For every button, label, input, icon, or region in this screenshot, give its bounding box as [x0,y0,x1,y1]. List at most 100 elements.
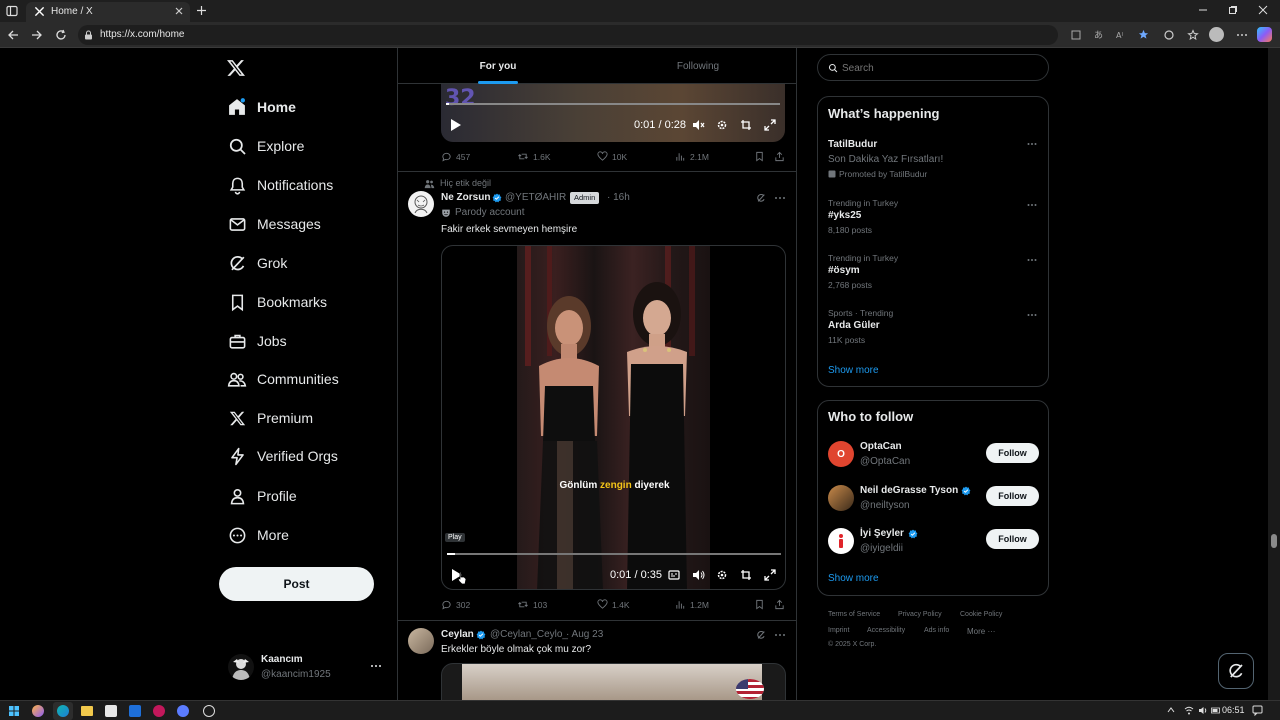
social-context[interactable]: Hiç etik değil [440,178,491,188]
nav-communities[interactable]: Communities [226,365,339,393]
search-box[interactable] [817,54,1049,81]
trend-item[interactable]: Trending in Turkey #ösym 2,768 posts [818,249,1050,295]
trend-item[interactable]: Trending in Turkey #yks25 8,180 posts [818,194,1050,240]
fullscreen-icon[interactable] [764,119,776,131]
app-icon[interactable] [203,705,215,717]
more-options-icon[interactable] [774,195,786,201]
tab-for-you[interactable]: For you [398,48,598,84]
store-icon[interactable] [105,705,117,717]
share-button[interactable] [774,599,789,610]
nav-messages[interactable]: Messages [226,210,321,238]
account-switcher[interactable]: Kaancım @kaancim1925 [226,651,390,685]
show-more-link[interactable]: Show more [828,573,879,584]
trend-more-icon[interactable] [1027,203,1037,207]
nav-jobs[interactable]: Jobs [226,327,287,355]
forward-icon[interactable] [31,29,43,41]
tray-chevron-icon[interactable] [1167,707,1175,713]
x-logo-icon[interactable] [226,58,246,78]
settings-gear-icon[interactable] [716,569,728,581]
nav-explore[interactable]: Explore [226,132,304,160]
pip-icon[interactable] [740,119,752,131]
like-button[interactable]: 10K [597,151,627,162]
pip-icon[interactable] [740,569,752,581]
post-button[interactable]: Post [219,567,374,601]
browser-tab[interactable]: Home / X [26,2,190,22]
back-icon[interactable] [7,29,19,41]
grok-icon[interactable] [756,193,766,203]
tab-following[interactable]: Following [598,48,796,84]
tweet-avatar[interactable] [408,191,434,217]
trend-more-icon[interactable] [1027,142,1037,146]
wifi-icon[interactable] [1184,706,1194,715]
trend-item[interactable]: Sports · Trending Arda Güler 11K posts [818,304,1050,350]
volume-icon[interactable] [692,569,705,581]
read-aloud-icon[interactable]: A⁾ [1116,29,1128,40]
more-options-icon[interactable] [774,632,786,638]
notification-center-icon[interactable] [1252,705,1263,716]
tweet-time[interactable]: · Aug 23 [566,629,603,640]
mute-icon[interactable] [692,119,705,131]
page-scrollbar[interactable] [1268,48,1280,700]
video-player[interactable]: Gönlüm zengin diyerek Play 0:01 / 0:35 [441,245,786,590]
trend-item[interactable]: TatilBudur Son Dakika Yaz Fırsatları! Pr… [818,135,1050,185]
affiliation-badge[interactable]: Admin [570,192,600,204]
tweet-time[interactable]: · 16h [607,192,630,203]
close-window-icon[interactable] [1258,5,1268,15]
favorites-icon[interactable] [1187,29,1199,41]
refresh-icon[interactable] [55,29,67,41]
repost-button[interactable]: 103 [517,599,547,610]
follow-button[interactable]: Follow [986,486,1039,506]
search-input[interactable] [842,60,1032,76]
battery-icon[interactable] [1211,706,1221,715]
video-progress-bar[interactable] [447,553,781,555]
minimize-icon[interactable] [1198,5,1208,15]
copilot-taskbar-icon[interactable] [32,705,44,717]
like-button[interactable]: 1.4K [597,599,630,610]
apps-icon[interactable] [1071,30,1081,40]
nav-notifications[interactable]: Notifications [226,171,333,199]
profile-avatar-icon[interactable] [1209,27,1224,42]
video-player[interactable]: 32 0:01 / 0:28 [441,84,785,142]
app-icon[interactable] [153,705,165,717]
footer-link[interactable]: Ads info [924,627,949,634]
tweet-avatar[interactable] [408,628,434,654]
lock-icon[interactable] [84,30,93,40]
grok-floating-button[interactable] [1218,653,1254,689]
views-button[interactable]: 2.1M [675,151,709,162]
footer-link[interactable]: More ··· [967,627,995,636]
settings-gear-icon[interactable] [716,119,728,131]
repost-button[interactable]: 1.6K [517,151,551,162]
author-name[interactable]: Ceylan [441,629,474,640]
trend-more-icon[interactable] [1027,313,1037,317]
author-handle[interactable]: @Ceylan_Ceylo_ [490,629,568,640]
new-tab-icon[interactable] [196,5,207,16]
footer-link[interactable]: Cookie Policy [960,611,1002,618]
trend-more-icon[interactable] [1027,258,1037,262]
footer-link[interactable]: Privacy Policy [898,611,942,618]
reply-button[interactable]: 457 [441,151,470,162]
video-progress-bar[interactable] [446,103,780,105]
show-more-link[interactable]: Show more [828,365,879,376]
footer-link[interactable]: Imprint [828,627,849,634]
follow-button[interactable]: Follow [986,443,1039,463]
address-bar[interactable]: https://x.com/home あ A⁾ [78,25,1149,45]
footer-link[interactable]: Terms of Service [828,611,880,618]
author-name[interactable]: Ne Zorsun [441,192,490,203]
nav-profile[interactable]: Profile [226,482,297,510]
nav-verified-orgs[interactable]: Verified Orgs [226,442,338,470]
favorite-star-icon[interactable] [1138,29,1149,40]
grok-icon[interactable] [756,630,766,640]
bookmark-button[interactable] [754,599,769,610]
views-button[interactable]: 1.2M [675,599,709,610]
file-explorer-icon[interactable] [81,706,93,716]
nav-premium[interactable]: Premium [226,404,313,432]
follow-button[interactable]: Follow [986,529,1039,549]
share-button[interactable] [774,151,789,162]
account-more-icon[interactable] [370,663,382,669]
outlook-icon[interactable] [129,705,141,717]
reply-button[interactable]: 302 [441,599,470,610]
nav-home[interactable]: Home [226,93,296,121]
translate-icon[interactable]: あ [1094,29,1106,40]
video-player[interactable] [441,663,786,700]
taskbar-active-app[interactable] [53,702,73,720]
